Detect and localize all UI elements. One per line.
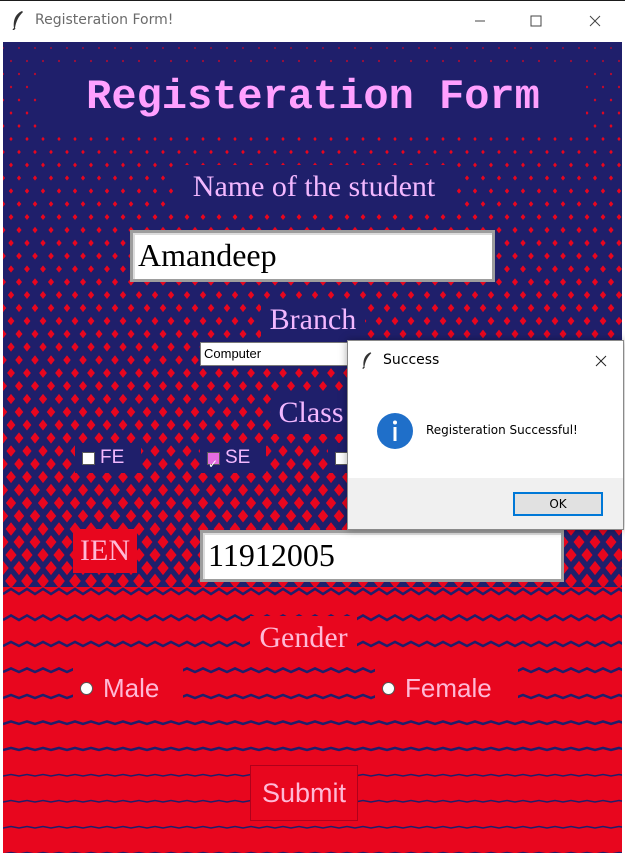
radio-label: Female [405,673,492,703]
form-heading: Registeration Form [40,66,586,128]
window-title: Registeration Form! [35,12,174,28]
tk-feather-icon [11,10,25,35]
gender-label: Gender [250,616,357,660]
radio-label: Male [103,673,160,703]
gender-radio-female[interactable]: Female [375,666,518,710]
class-checkbox-se[interactable]: SE [200,443,266,479]
close-button[interactable] [566,1,624,41]
radio-dot[interactable] [80,681,93,695]
name-input[interactable]: Amandeep [130,230,495,282]
ok-button[interactable]: OK [513,492,603,516]
submit-button[interactable]: Submit [250,765,358,821]
dialog-title: Success [383,352,440,368]
maximize-button[interactable] [507,1,565,41]
ien-input[interactable]: 11912005 [200,530,564,582]
gender-radio-male[interactable]: Male [73,666,183,710]
dialog-message: Registeration Successful! [426,423,578,437]
branch-label: Branch [261,299,365,341]
close-icon [595,355,607,367]
checkbox-box[interactable] [207,449,220,479]
radio-dot[interactable] [382,681,395,695]
dialog-titlebar: Success [348,341,623,381]
minimize-button[interactable] [451,1,509,41]
name-label: Name of the student [173,165,455,209]
checkbox-label: SE [225,447,251,468]
checkbox-box[interactable] [82,451,95,465]
dialog-close-button[interactable] [588,349,614,373]
tk-feather-icon [361,351,373,374]
checkbox-label: FE [100,447,125,468]
class-label: Class [271,392,351,434]
success-dialog: Success Registeration Successful! OK [347,340,624,530]
dialog-footer: OK [348,478,623,529]
ien-label: IEN [73,529,137,573]
window-titlebar: Registeration Form! [0,0,625,40]
info-icon [376,412,414,455]
dialog-body: Registeration Successful! [348,381,623,478]
class-checkbox-fe[interactable]: FE [75,443,141,473]
